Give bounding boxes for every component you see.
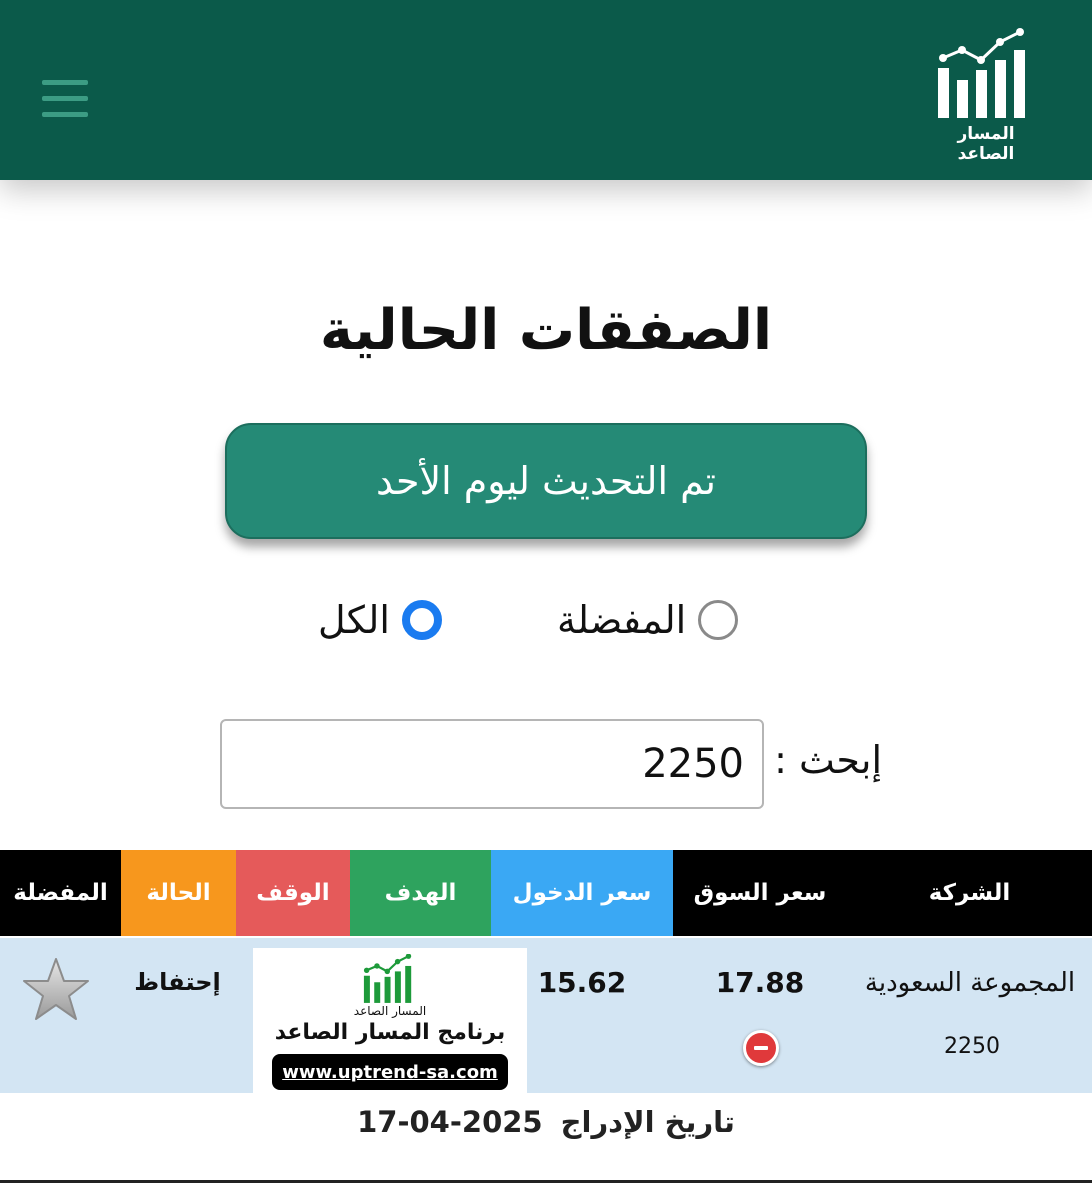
search-label: إبحث : (774, 738, 882, 782)
promo-url-link[interactable]: www.uptrend-sa.com (272, 1054, 508, 1090)
promo-title: برنامج المسار الصاعد (274, 1020, 506, 1045)
header-status[interactable]: الحالة (121, 850, 236, 936)
radio-checked-icon[interactable] (401, 600, 442, 640)
search-input[interactable] (220, 719, 764, 809)
header-company[interactable]: الشركة (847, 850, 1092, 936)
logo-text: المسار الصاعد (957, 124, 1015, 164)
update-status-button[interactable]: تم التحديث ليوم الأحد (225, 423, 867, 539)
rising-bar-chart-logo-icon (938, 28, 1025, 118)
rising-bar-chart-logo-icon (363, 954, 412, 1003)
filter-all-radio[interactable]: الكل (318, 590, 442, 650)
listing-date-label: تاريخ الإدراج (560, 1105, 735, 1139)
table-row[interactable]: المجموعة السعودية 2250 17.88 15.62 إحتفا… (0, 938, 1092, 1093)
hamburger-menu-icon[interactable] (42, 80, 90, 120)
filter-favorites-radio[interactable]: المفضلة (557, 590, 739, 650)
status-badge: إحتفاظ (134, 968, 221, 996)
company-code: 2250 (944, 1034, 1000, 1059)
radio-unchecked-icon[interactable] (698, 600, 739, 640)
remove-circle-icon[interactable] (743, 1030, 779, 1066)
header-market-price[interactable]: سعر السوق (673, 850, 847, 936)
market-price: 17.88 (715, 966, 805, 999)
promo-banner[interactable]: المسار الصاعد برنامج المسار الصاعد www.u… (253, 948, 527, 1094)
listing-date-value: 2025-04-17 (357, 1105, 543, 1139)
table-header: الشركة سعر السوق سعر الدخول الهدف الوقف … (0, 850, 1092, 936)
star-icon[interactable] (22, 956, 90, 1024)
listing-date-line: تاريخ الإدراج 2025-04-17 (0, 1105, 1092, 1139)
header-stop[interactable]: الوقف (236, 850, 350, 936)
page-title: الصفقات الحالية (319, 298, 773, 363)
filter-all-label: الكل (318, 598, 390, 642)
header-favorite[interactable]: المفضلة (0, 850, 121, 936)
filter-favorites-label: المفضلة (557, 598, 687, 642)
company-name[interactable]: المجموعة السعودية (848, 968, 1092, 998)
header-target[interactable]: الهدف (350, 850, 491, 936)
promo-small-text: المسار الصاعد (353, 1004, 427, 1018)
divider (0, 1180, 1092, 1183)
top-navbar: المسار الصاعد (0, 0, 1092, 180)
brand-logo[interactable]: المسار الصاعد (928, 28, 1044, 164)
header-entry-price[interactable]: سعر الدخول (491, 850, 673, 936)
